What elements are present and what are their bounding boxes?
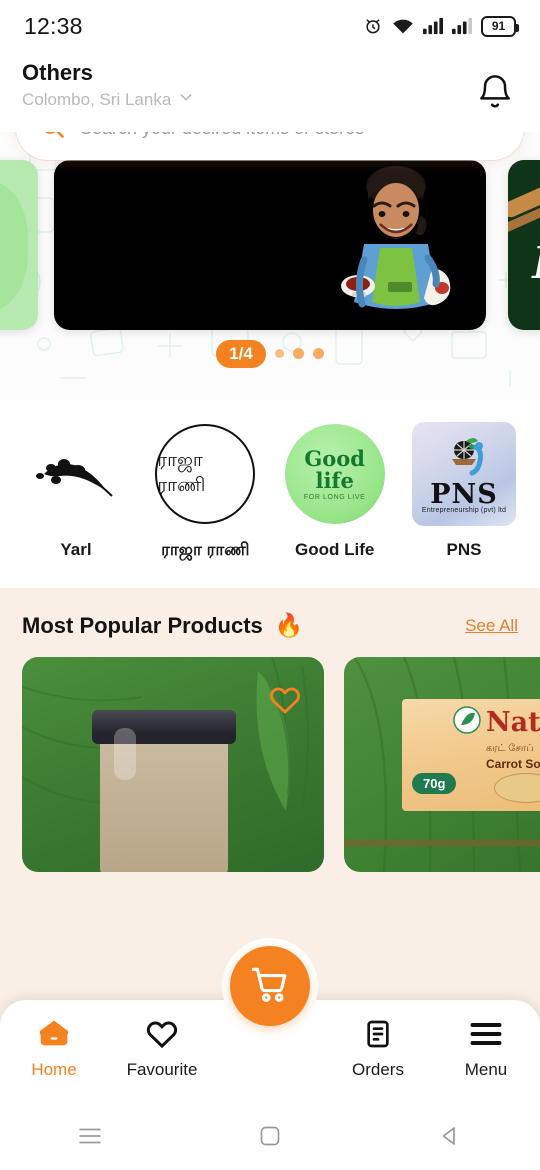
nav-item-home[interactable]: Home <box>8 1016 100 1080</box>
nav-label: Home <box>31 1060 77 1079</box>
carousel-slide-next[interactable]: P <box>508 160 540 330</box>
store-item-pns[interactable]: PNS Entrepreneurship (pvt) ltd PNS <box>402 422 526 560</box>
promo-carousel[interactable]: P <box>0 160 540 330</box>
nav-item-menu[interactable]: Menu <box>440 1016 532 1080</box>
pns-logo: PNS Entrepreneurship (pvt) ltd <box>411 422 516 526</box>
soap-english-label: Carrot Soap <box>486 757 540 771</box>
nav-label: Orders <box>352 1060 404 1079</box>
store-item-raja-rani[interactable]: ராஜா ராணி ராஜா ராணி <box>143 422 267 562</box>
hero-section: P 1/4 <box>0 132 540 400</box>
recents-button[interactable] <box>45 1116 135 1160</box>
soap-bar-illustration <box>494 773 540 803</box>
store-shortcut-row: Yarl ராஜா ராணி ராஜா ராணி Good life FOR L… <box>0 400 540 588</box>
battery-icon: 91 <box>481 15 519 37</box>
back-button[interactable] <box>405 1116 495 1160</box>
pns-subtitle: Entrepreneurship (pvt) ltd <box>421 507 507 514</box>
status-bar: 12:38 91 <box>0 0 540 52</box>
home-icon <box>37 1016 71 1052</box>
carousel-slide-previous[interactable] <box>0 160 38 330</box>
store-item-good-life[interactable]: Good life FOR LONG LIVE Good Life <box>273 422 397 560</box>
status-time: 12:38 <box>24 12 83 39</box>
yarl-map-logo <box>24 422 128 526</box>
bell-icon <box>475 73 515 118</box>
cart-button[interactable] <box>230 946 310 1026</box>
promo-mascot-illustration <box>341 166 451 309</box>
recents-icon <box>77 1126 103 1151</box>
section-header: Most Popular Products 🔥 See All <box>0 612 540 639</box>
header-left: Others Colombo, Sri Lanka <box>22 60 194 110</box>
pns-brand-text: PNS <box>430 478 498 510</box>
carousel-counter-badge: 1/4 <box>216 340 266 368</box>
raja-rani-logo-text: ராஜா ராணி <box>157 449 206 496</box>
soap-package: Nath கரட் சோப் Carrot Soap 70g <box>402 699 540 811</box>
nav-label: Favourite <box>126 1060 198 1079</box>
good-life-logo: Good life FOR LONG LIVE <box>282 422 387 526</box>
location-selector[interactable]: Colombo, Sri Lanka <box>22 89 194 110</box>
orders-document-icon <box>362 1016 394 1052</box>
android-navigation-bar <box>0 1106 540 1170</box>
section-title-wrap: Most Popular Products 🔥 <box>22 612 303 639</box>
next-slide-brand-letter: P <box>532 238 540 289</box>
search-icon <box>38 132 66 145</box>
store-label: ராஜா ராணி <box>161 540 250 559</box>
signal-icon <box>452 17 472 35</box>
good-life-line1: Good <box>304 445 365 471</box>
alarm-icon <box>363 16 383 36</box>
signal-icon <box>423 17 443 35</box>
nav-item-orders[interactable]: Orders <box>332 1016 424 1080</box>
product-carousel[interactable]: Nath கரட் சோப் Carrot Soap 70g <box>0 657 540 872</box>
cart-icon <box>248 962 292 1011</box>
carousel-dot[interactable] <box>292 348 304 360</box>
location-label: Colombo, Sri Lanka <box>22 89 172 109</box>
search-bar[interactable] <box>16 132 524 160</box>
heart-icon <box>145 1016 179 1052</box>
carousel-dot[interactable] <box>312 348 324 360</box>
product-card[interactable]: Nath கரட் சோப் Carrot Soap 70g <box>344 657 540 872</box>
fire-icon: 🔥 <box>274 612 304 638</box>
wifi-icon <box>392 17 414 35</box>
soap-brand-text: Nath <box>486 707 540 738</box>
back-triangle-icon <box>439 1125 461 1152</box>
app-screen: 12:38 91 Others Colombo, Sri Lanka Searc… <box>0 0 540 1170</box>
good-life-tagline: FOR LONG LIVE <box>303 493 366 501</box>
soap-tamil-label: கரட் சோப் <box>486 743 534 754</box>
section-title: Most Popular Products <box>22 612 263 638</box>
nav-item-favourite[interactable]: Favourite <box>116 1016 208 1080</box>
carousel-slide-current[interactable] <box>54 160 486 330</box>
carousel-dot[interactable] <box>274 349 284 359</box>
store-label: Good Life <box>294 540 375 559</box>
soap-leaf-logo <box>453 706 481 734</box>
chevron-down-icon <box>178 89 194 110</box>
product-jar-highlight <box>114 728 136 780</box>
favourite-button[interactable] <box>268 683 302 717</box>
raja-rani-logo: ராஜா ராணி <box>153 422 258 526</box>
search-container <box>0 132 540 160</box>
home-square-icon <box>259 1125 281 1152</box>
weight-badge: 70g <box>412 773 457 794</box>
hamburger-menu-icon <box>468 1016 504 1052</box>
store-label: PNS <box>446 540 482 559</box>
app-header: Others Colombo, Sri Lanka <box>0 52 540 132</box>
status-icons: 91 <box>363 15 519 37</box>
home-button[interactable] <box>225 1116 315 1160</box>
store-item-yarl[interactable]: Yarl <box>14 422 138 560</box>
carousel-pagination: 1/4 <box>0 340 540 368</box>
cart-fab-container <box>222 938 318 1034</box>
notification-button[interactable] <box>472 72 518 118</box>
store-label: Yarl <box>60 540 92 559</box>
product-card[interactable] <box>22 657 324 872</box>
search-input[interactable] <box>80 132 502 139</box>
page-title: Others <box>22 60 93 85</box>
good-life-line2: life <box>315 467 354 493</box>
nav-label: Menu <box>464 1060 508 1079</box>
see-all-link[interactable]: See All <box>465 616 518 636</box>
